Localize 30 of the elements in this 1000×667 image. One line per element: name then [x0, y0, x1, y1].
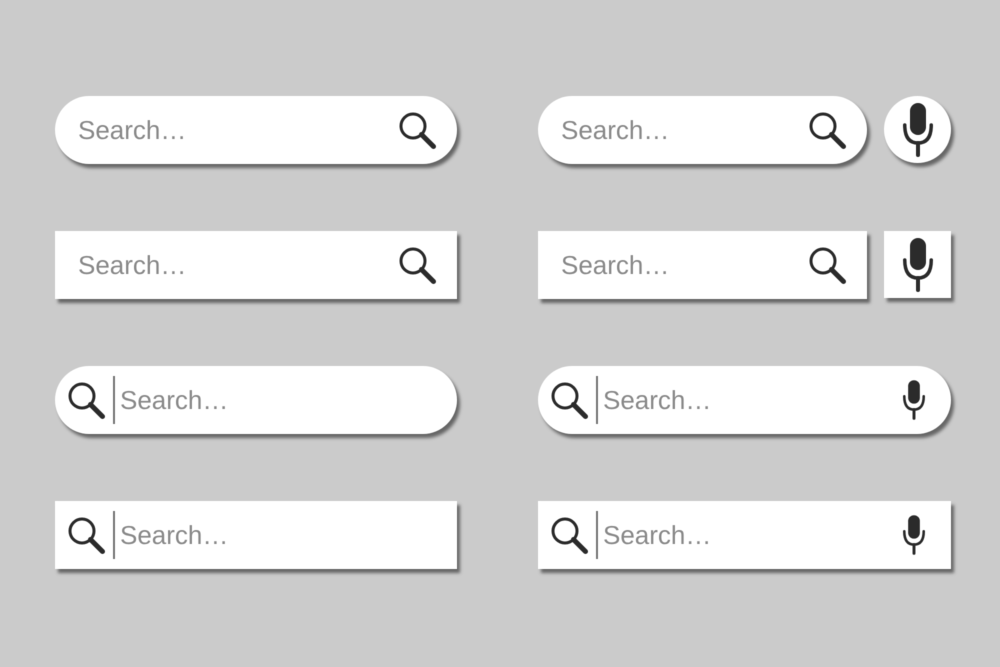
search-input[interactable]: Search… — [78, 110, 399, 150]
microphone-icon — [902, 102, 932, 156]
microphone-icon — [902, 238, 932, 292]
search-input[interactable]: Search… — [603, 380, 903, 420]
search-bar[interactable]: Search… — [538, 96, 867, 164]
search-input[interactable]: Search… — [120, 380, 431, 420]
search-input[interactable]: Search… — [561, 245, 809, 285]
search-bar[interactable]: Search… — [55, 366, 457, 434]
search-icon[interactable] — [399, 246, 436, 284]
search-input[interactable]: Search… — [561, 110, 809, 150]
search-icon — [551, 516, 588, 554]
search-bar[interactable]: Search… — [538, 231, 867, 299]
microphone-button[interactable] — [884, 96, 951, 163]
search-bar[interactable]: Search… — [55, 501, 457, 569]
search-icon — [551, 382, 588, 418]
microphone-icon[interactable] — [903, 380, 925, 420]
search-icon — [68, 516, 105, 554]
search-bar[interactable]: Search… — [55, 96, 457, 164]
search-input[interactable]: Search… — [78, 245, 399, 285]
search-icon[interactable] — [399, 112, 436, 148]
search-input[interactable]: Search… — [120, 515, 431, 555]
microphone-button[interactable] — [884, 231, 951, 298]
microphone-icon[interactable] — [903, 515, 925, 555]
search-bar[interactable]: Search… — [538, 366, 951, 434]
search-icon[interactable] — [809, 112, 846, 148]
search-icon — [68, 382, 105, 418]
search-bar[interactable]: Search… — [538, 501, 951, 569]
search-bar[interactable]: Search… — [55, 231, 457, 299]
search-icon[interactable] — [809, 246, 846, 284]
search-input[interactable]: Search… — [603, 515, 903, 555]
